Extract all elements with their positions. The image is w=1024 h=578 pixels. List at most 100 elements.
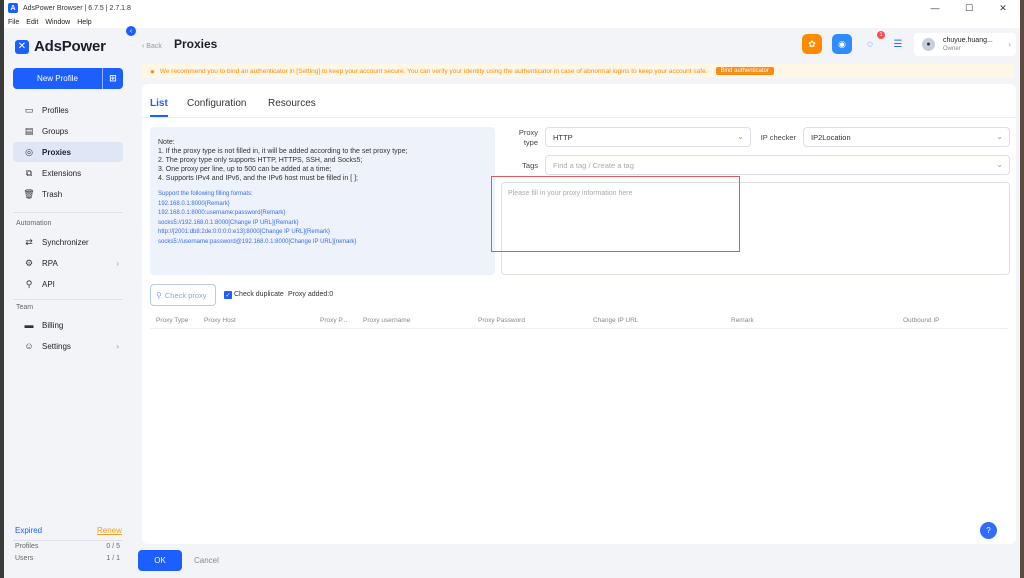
proxy-info-textarea[interactable]: Please fill in your proxy information he… [501, 182, 1010, 275]
tab-configuration[interactable]: Configuration [187, 98, 246, 109]
column-header-proxy-port: Proxy P... [320, 317, 348, 324]
sidebar-item-synchronizer[interactable]: ⇄ Synchronizer [13, 232, 123, 252]
column-header-proxy-username: Proxy username [363, 317, 411, 324]
check-duplicate-checkbox[interactable]: ✓ [224, 291, 232, 299]
menu-edit[interactable]: Edit [26, 19, 38, 26]
team-section-title: Team [16, 304, 34, 311]
check-proxy-label: Check proxy [164, 290, 207, 300]
close-button[interactable]: ✕ [986, 0, 1020, 16]
menu-file[interactable]: File [8, 19, 19, 26]
search-icon: ⚲ [156, 290, 162, 300]
sidebar-item-label: API [42, 279, 55, 289]
support-icon[interactable]: ◉ [832, 34, 852, 54]
tags-placeholder: Find a tag / Create a tag [553, 160, 634, 170]
chevron-down-icon: ⌄ [737, 132, 744, 141]
sidebar-item-settings[interactable]: ☺ Settings › [13, 336, 123, 356]
user-name: chuyue.huang... [943, 37, 993, 44]
tags-input[interactable]: Find a tag / Create a tag ⌄ [545, 155, 1010, 175]
sidebar-divider [13, 299, 123, 300]
sidebar-item-label: Settings [42, 341, 71, 351]
sidebar-item-profiles[interactable]: ▭ Profiles [13, 100, 123, 120]
minimize-button[interactable]: — [918, 0, 952, 16]
app-logo-icon: A [8, 3, 18, 13]
new-profile-button[interactable]: New Profile ⊞ [13, 68, 123, 89]
warning-icon: ● [150, 66, 155, 76]
format-example: http://[2001:db8:2de:0:0:0:0:e13]:8000[C… [158, 229, 331, 235]
batch-add-icon[interactable]: ⊞ [103, 73, 123, 84]
sidebar-item-groups[interactable]: ▤ Groups [13, 121, 123, 141]
automation-section-title: Automation [16, 220, 52, 227]
format-example: 192.168.0.1:8000{Remark} [158, 200, 230, 207]
cancel-button[interactable]: Cancel [194, 556, 219, 565]
billing-icon: ▬ [24, 320, 34, 330]
sidebar-divider [13, 212, 123, 213]
column-header-outbound-ip: Outbound IP [903, 317, 940, 324]
tab-resources[interactable]: Resources [268, 98, 316, 109]
tab-list[interactable]: List [150, 98, 168, 109]
back-button[interactable]: ‹ Back [142, 43, 162, 50]
brand: ✕ AdsPower [15, 38, 106, 55]
maximize-button[interactable]: ☐ [952, 0, 986, 16]
collapse-sidebar-button[interactable]: ‹ [126, 26, 136, 36]
task-list-icon[interactable]: ☰ [888, 34, 908, 54]
ok-button[interactable]: OK [138, 550, 182, 571]
check-proxy-button[interactable]: ⚲ Check proxy [150, 284, 216, 306]
sidebar: ✕ AdsPower New Profile ⊞ ▭ Profiles ▤ Gr… [4, 28, 132, 578]
ip-checker-label: IP checker [760, 133, 796, 142]
sidebar-item-rpa[interactable]: ⚙ RPA › [13, 253, 123, 273]
sidebar-item-label: Extensions [42, 168, 82, 178]
format-example: 192.168.0.1:8000:username:password{Remar… [158, 210, 286, 216]
sidebar-item-extensions[interactable]: ⧉ Extensions [13, 163, 123, 183]
sidebar-item-label: RPA [42, 258, 58, 268]
title-bar: A AdsPower Browser | 6.7.5 | 2.7.1.8 — ☐… [4, 0, 1020, 16]
help-chat-button[interactable]: ? [980, 522, 997, 539]
quota-users-value: 1 / 1 [106, 555, 120, 562]
extensions-icon: ⧉ [25, 167, 33, 178]
sidebar-divider [13, 540, 123, 541]
window-controls: — ☐ ✕ [918, 0, 1020, 16]
main-panel: List Configuration Resources Note: 1. If… [142, 84, 1016, 544]
tab-divider [142, 117, 1016, 118]
column-header-change-ip-url: Change IP URL [593, 317, 639, 324]
note-line: 2. The proxy type only supports HTTP, HT… [158, 157, 363, 164]
format-example: socks5://username:password@192.168.0.1:8… [158, 238, 357, 245]
page-title: Proxies [174, 37, 218, 51]
settings-icon: ☺ [24, 341, 34, 351]
note-gap [158, 183, 487, 190]
proxy-format-note: Note: 1. If the proxy type is not filled… [150, 127, 495, 275]
menu-help[interactable]: Help [77, 19, 91, 26]
promo-icon[interactable]: ✿ [802, 34, 822, 54]
bind-authenticator-button[interactable]: Bind authenticator [715, 67, 774, 75]
profiles-icon: ▭ [24, 104, 34, 115]
note-line: 4. Supports IPv4 and IPv6, and the IPv6 … [158, 175, 359, 182]
security-warning-banner: ● We recommend you to bind an authentica… [142, 64, 1014, 78]
sidebar-item-label: Billing [42, 320, 64, 330]
rpa-icon: ⚙ [24, 257, 34, 268]
user-role: Owner [943, 46, 961, 52]
table-header-divider [150, 328, 1008, 329]
quota-profiles-label: Profiles [15, 543, 39, 550]
quota-profiles-value: 0 / 5 [106, 543, 120, 550]
sidebar-item-proxies[interactable]: ◎ Proxies [13, 142, 123, 162]
sidebar-item-api[interactable]: ⚲ API [13, 274, 123, 294]
proxy-type-value: HTTP [553, 132, 573, 142]
user-info: chuyue.huang... Owner [943, 37, 993, 52]
proxy-type-label-line: type [523, 138, 538, 147]
proxy-type-select[interactable]: HTTP ⌄ [545, 127, 751, 147]
trash-icon: 🗑 [23, 188, 35, 199]
user-menu[interactable]: ● chuyue.huang... Owner › [914, 33, 1016, 56]
note-line: 1. If the proxy type is not filled in, i… [158, 148, 408, 155]
renew-link[interactable]: Renew [97, 526, 122, 535]
ip-checker-select[interactable]: IP2Location ⌄ [803, 127, 1010, 147]
page-header: ‹ Back Proxies ✿ ◉ ◌ 1 ☰ ● chuyue.huang.… [132, 28, 1020, 60]
menu-window[interactable]: Window [45, 19, 70, 26]
sidebar-item-trash[interactable]: 🗑 Trash [13, 184, 123, 204]
proxy-type-label-line: Proxy [518, 128, 538, 137]
column-header-proxy-password: Proxy Password [478, 317, 525, 324]
sidebar-item-label: Profiles [42, 105, 69, 115]
sidebar-item-label: Synchronizer [42, 237, 89, 247]
chevron-right-icon: › [116, 341, 119, 351]
sidebar-item-billing[interactable]: ▬ Billing [13, 315, 123, 335]
formats-title: Support the following filling formats: [158, 191, 253, 197]
check-duplicate-label[interactable]: Check duplicate [234, 291, 284, 298]
